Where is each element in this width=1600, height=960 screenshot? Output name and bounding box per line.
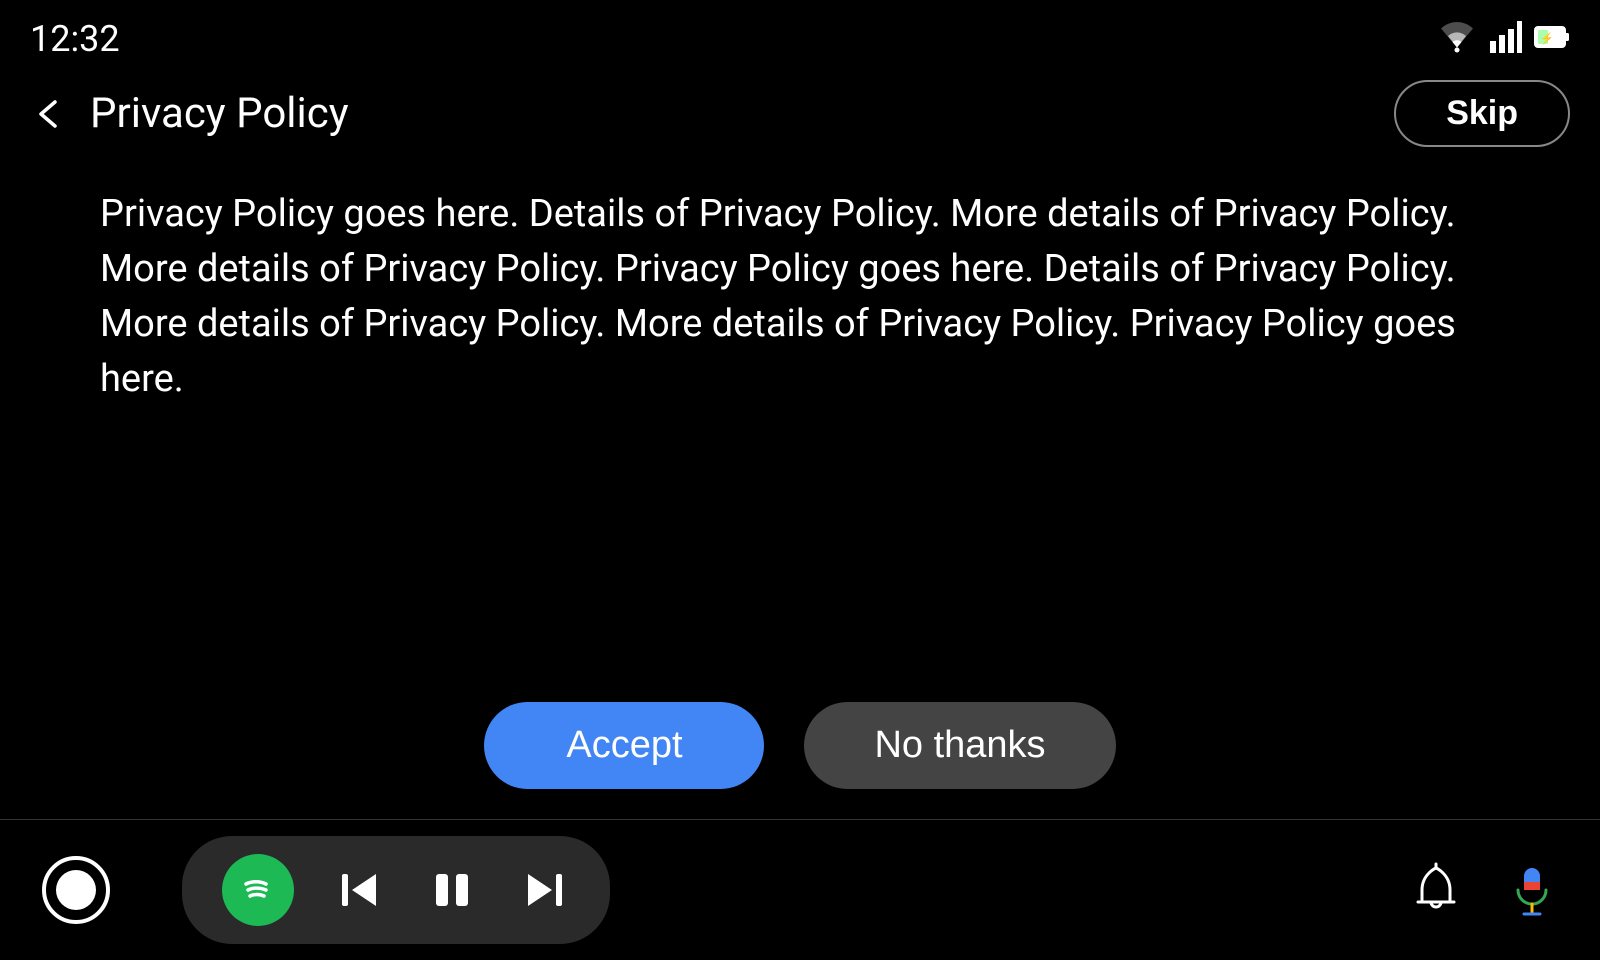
privacy-policy-text: Privacy Policy goes here. Details of Pri… xyxy=(100,187,1500,407)
pause-button[interactable] xyxy=(426,864,478,916)
toolbar: Privacy Policy Skip xyxy=(0,70,1600,167)
svg-text:⚡: ⚡ xyxy=(1540,32,1554,45)
buttons-row: Accept No thanks xyxy=(0,662,1600,819)
battery-icon: ⚡ xyxy=(1534,26,1570,52)
bottom-right-icons xyxy=(1408,862,1560,918)
bell-icon[interactable] xyxy=(1408,862,1464,918)
bottom-bar xyxy=(0,820,1600,960)
back-button[interactable] xyxy=(30,94,70,134)
status-time: 12:32 xyxy=(30,18,120,60)
signal-icon xyxy=(1490,21,1522,57)
content-area: Privacy Policy goes here. Details of Pri… xyxy=(0,167,1600,662)
skip-button[interactable]: Skip xyxy=(1394,80,1570,147)
next-track-button[interactable] xyxy=(518,864,570,916)
status-icons: ⚡ xyxy=(1436,21,1570,57)
status-bar: 12:32 xyxy=(0,0,1600,70)
no-thanks-button[interactable]: No thanks xyxy=(804,702,1115,789)
microphone-icon[interactable] xyxy=(1504,862,1560,918)
wifi-icon xyxy=(1436,21,1478,57)
page-title: Privacy Policy xyxy=(90,89,349,138)
record-button[interactable] xyxy=(40,854,112,926)
accept-button[interactable]: Accept xyxy=(484,702,764,789)
toolbar-left: Privacy Policy xyxy=(30,89,349,138)
media-controls-bar xyxy=(182,836,610,944)
spotify-icon[interactable] xyxy=(222,854,294,926)
prev-track-button[interactable] xyxy=(334,864,386,916)
